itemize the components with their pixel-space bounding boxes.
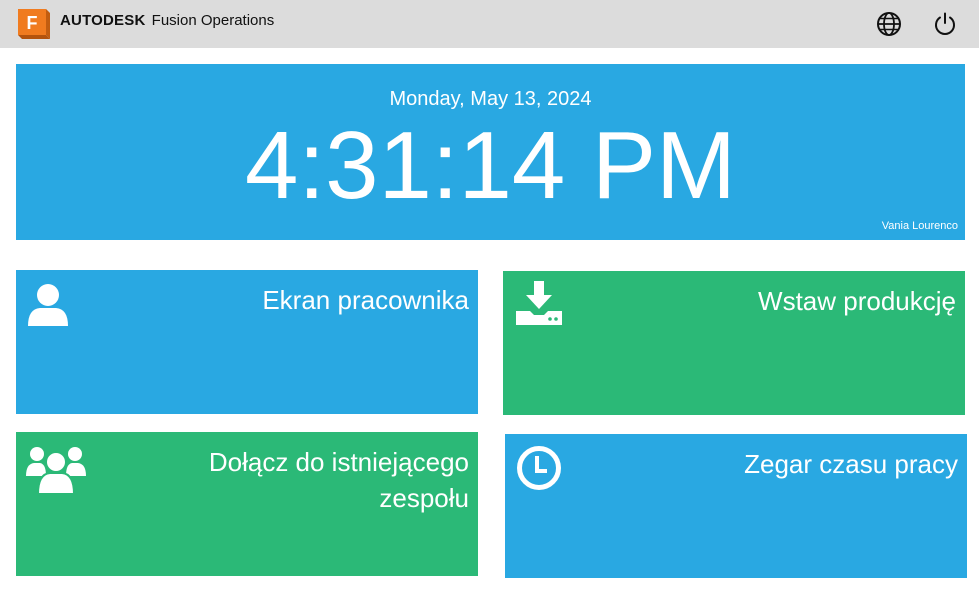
logo-letter: F <box>27 13 38 33</box>
tile-join-team[interactable]: Dołącz do istniejącego zespołu <box>16 432 478 576</box>
tile-label: Zegar czasu pracy <box>744 449 958 479</box>
current-date: Monday, May 13, 2024 <box>389 88 592 110</box>
fusion-logo-icon: F <box>16 7 50 39</box>
user-name: Vania Lourenco <box>881 220 958 232</box>
product-name: Fusion Operations <box>151 12 275 29</box>
tile-employee-screen[interactable]: Ekran pracownika <box>16 270 478 414</box>
tile-insert-production[interactable]: Wstaw produkcję <box>503 271 965 415</box>
logout-button[interactable] <box>932 11 958 37</box>
current-time: 4:31:14 PM <box>245 112 736 219</box>
tile-label: Dołącz do istniejącego zespołu <box>208 447 469 513</box>
brand-title: AUTODESK Fusion Operations <box>60 12 274 29</box>
power-icon <box>935 12 955 35</box>
brand-name: AUTODESK <box>60 12 146 29</box>
clock-icon <box>516 445 562 496</box>
user-icon <box>26 282 70 333</box>
language-button[interactable] <box>876 11 902 37</box>
tile-label: Ekran pracownika <box>262 285 469 315</box>
clock-panel: Monday, May 13, 2024 4:31:14 PM Vania Lo… <box>16 64 965 240</box>
top-bar: F AUTODESK Fusion Operations <box>0 0 979 48</box>
globe-icon <box>877 12 901 36</box>
tile-work-time-clock[interactable]: Zegar czasu pracy <box>505 434 967 578</box>
download-tray-icon <box>514 279 564 330</box>
tile-label: Wstaw produkcję <box>758 286 956 316</box>
group-icon <box>26 438 86 499</box>
